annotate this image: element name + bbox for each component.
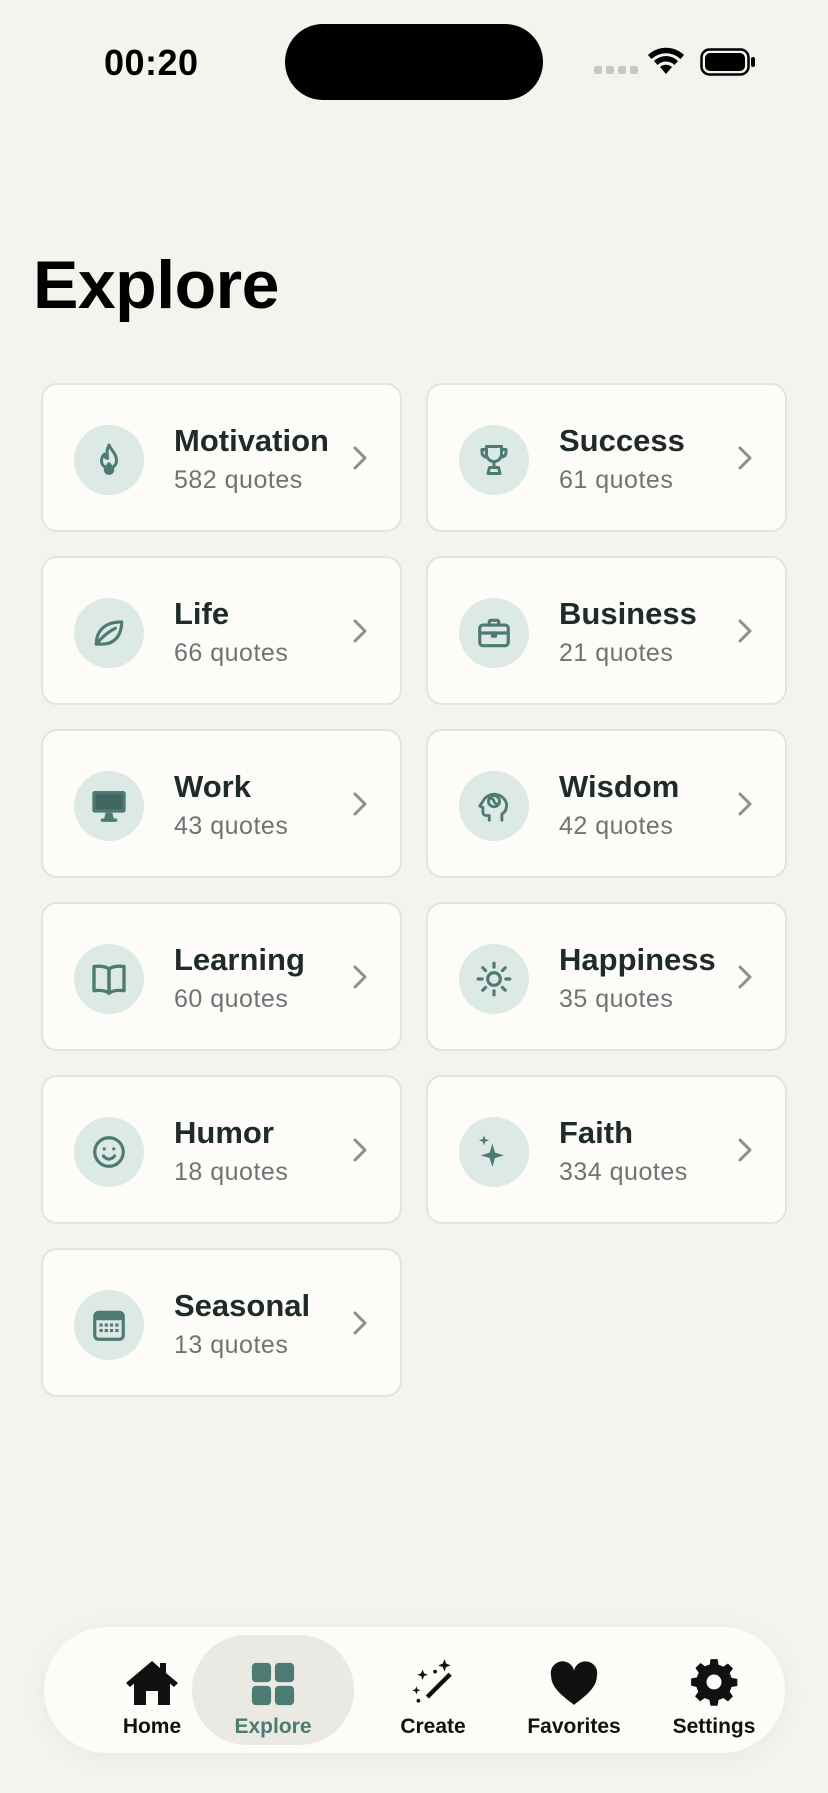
chevron-right-icon bbox=[353, 965, 367, 989]
flame-icon bbox=[74, 425, 144, 495]
smiley-icon bbox=[74, 1117, 144, 1187]
category-count: 66 quotes bbox=[174, 639, 289, 667]
tab-bar: Home Explore Create Favorites Settings bbox=[44, 1627, 785, 1753]
category-card-business[interactable]: Business 21 quotes bbox=[426, 556, 787, 705]
page-title: Explore bbox=[33, 247, 279, 323]
house-icon bbox=[124, 1649, 180, 1707]
grid-icon bbox=[250, 1649, 296, 1707]
tab-label: Settings bbox=[672, 1715, 756, 1738]
category-card-learning[interactable]: Learning 60 quotes bbox=[41, 902, 402, 1051]
category-count: 21 quotes bbox=[559, 639, 674, 667]
category-name: Business bbox=[559, 596, 697, 631]
category-count: 60 quotes bbox=[174, 985, 289, 1013]
book-icon bbox=[74, 944, 144, 1014]
category-count: 42 quotes bbox=[559, 812, 674, 840]
category-count: 61 quotes bbox=[559, 466, 674, 494]
magic-wand-icon bbox=[408, 1649, 458, 1707]
category-card-happiness[interactable]: Happiness 35 quotes bbox=[426, 902, 787, 1051]
tab-label: Create bbox=[400, 1715, 466, 1738]
chevron-right-icon bbox=[353, 1311, 367, 1335]
chevron-right-icon bbox=[738, 619, 752, 643]
category-name: Success bbox=[559, 423, 685, 458]
category-card-life[interactable]: Life 66 quotes bbox=[41, 556, 402, 705]
dynamic-island bbox=[285, 24, 543, 100]
chevron-right-icon bbox=[738, 1138, 752, 1162]
status-bar: 00:20 bbox=[0, 0, 828, 130]
sun-icon bbox=[459, 944, 529, 1014]
category-name: Happiness bbox=[559, 942, 716, 977]
tab-settings[interactable]: Settings bbox=[644, 1635, 784, 1745]
tab-explore[interactable]: Explore bbox=[192, 1635, 354, 1745]
chevron-right-icon bbox=[738, 446, 752, 470]
calendar-icon bbox=[74, 1290, 144, 1360]
category-card-wisdom[interactable]: Wisdom 42 quotes bbox=[426, 729, 787, 878]
cellular-signal-icon bbox=[594, 66, 638, 74]
category-count: 35 quotes bbox=[559, 985, 674, 1013]
chevron-right-icon bbox=[353, 619, 367, 643]
briefcase-icon bbox=[459, 598, 529, 668]
trophy-icon bbox=[459, 425, 529, 495]
category-count: 18 quotes bbox=[174, 1158, 289, 1186]
chevron-right-icon bbox=[738, 965, 752, 989]
tab-label: Explore bbox=[234, 1715, 312, 1738]
category-name: Learning bbox=[174, 942, 305, 977]
sparkle-icon bbox=[459, 1117, 529, 1187]
category-name: Work bbox=[174, 769, 251, 804]
category-count: 43 quotes bbox=[174, 812, 289, 840]
category-card-humor[interactable]: Humor 18 quotes bbox=[41, 1075, 402, 1224]
category-card-success[interactable]: Success 61 quotes bbox=[426, 383, 787, 532]
monitor-icon bbox=[74, 771, 144, 841]
category-name: Wisdom bbox=[559, 769, 680, 804]
category-name: Motivation bbox=[174, 423, 329, 458]
status-time: 00:20 bbox=[104, 42, 199, 83]
category-count: 582 quotes bbox=[174, 466, 303, 494]
chevron-right-icon bbox=[353, 792, 367, 816]
tab-label: Home bbox=[122, 1715, 182, 1738]
wifi-icon bbox=[648, 47, 684, 74]
category-name: Life bbox=[174, 596, 230, 631]
leaf-icon bbox=[74, 598, 144, 668]
chevron-right-icon bbox=[738, 792, 752, 816]
brain-head-icon bbox=[459, 771, 529, 841]
category-name: Seasonal bbox=[174, 1288, 311, 1323]
category-card-motivation[interactable]: Motivation 582 quotes bbox=[41, 383, 402, 532]
category-count: 13 quotes bbox=[174, 1331, 289, 1359]
category-count: 334 quotes bbox=[559, 1158, 688, 1186]
category-card-seasonal[interactable]: Seasonal 13 quotes bbox=[41, 1248, 402, 1397]
tab-label: Favorites bbox=[527, 1715, 621, 1738]
tab-favorites[interactable]: Favorites bbox=[504, 1635, 644, 1745]
tab-create[interactable]: Create bbox=[363, 1635, 503, 1745]
battery-icon bbox=[700, 48, 755, 76]
category-name: Faith bbox=[559, 1115, 634, 1150]
explore-screen: 00:20 Explore Motivation 582 quotes Succ… bbox=[0, 0, 828, 1793]
category-card-work[interactable]: Work 43 quotes bbox=[41, 729, 402, 878]
category-name: Humor bbox=[174, 1115, 274, 1150]
chevron-right-icon bbox=[353, 446, 367, 470]
gear-icon bbox=[689, 1649, 739, 1707]
category-card-faith[interactable]: Faith 334 quotes bbox=[426, 1075, 787, 1224]
chevron-right-icon bbox=[353, 1138, 367, 1162]
heart-icon bbox=[549, 1649, 599, 1707]
